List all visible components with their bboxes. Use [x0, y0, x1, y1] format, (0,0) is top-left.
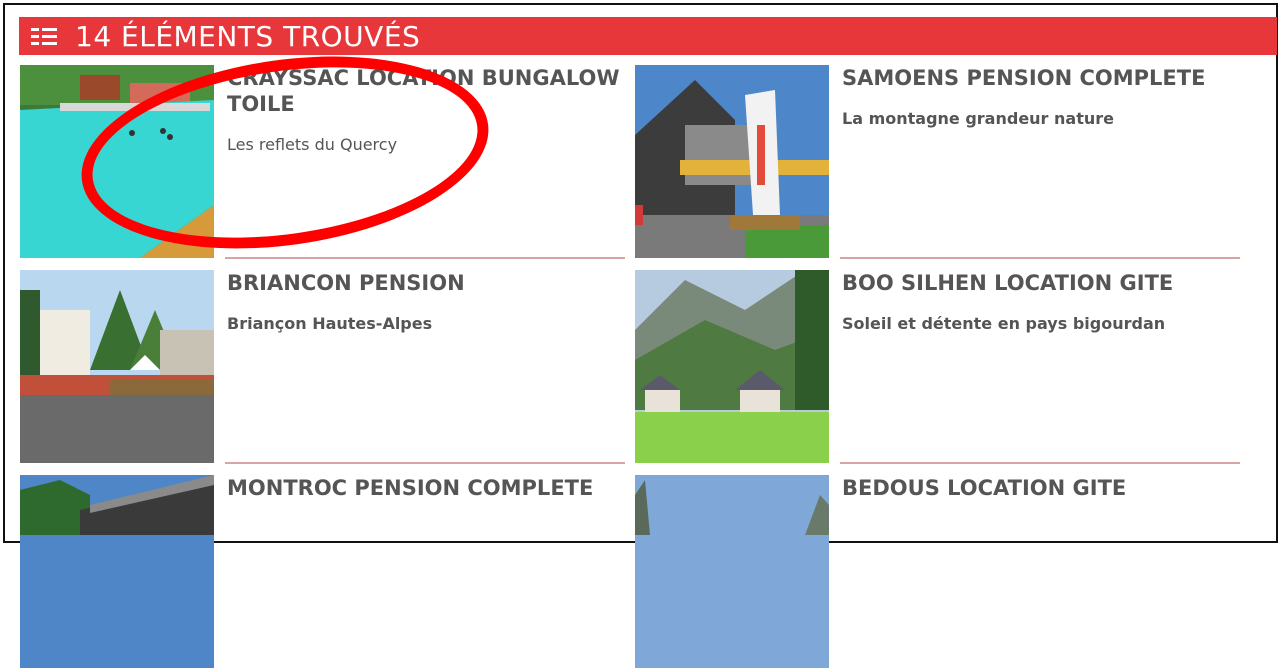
pool-icon[interactable]: [20, 65, 214, 258]
result-divider: [225, 257, 625, 259]
results-count-title: 14 ÉLÉMENTS TROUVÉS: [75, 19, 421, 53]
sky-mountain-icon[interactable]: [635, 475, 829, 668]
result-title[interactable]: SAMOENS PENSION COMPLETE: [842, 65, 1242, 91]
result-title[interactable]: BRIANCON PENSION: [227, 270, 627, 296]
result-title[interactable]: BOO SILHEN LOCATION GITE: [842, 270, 1242, 296]
result-subtitle: Soleil et détente en pays bigourdan: [842, 314, 1166, 333]
result-divider: [840, 257, 1240, 259]
result-subtitle: Briançon Hautes-Alpes: [227, 314, 433, 333]
result-title[interactable]: CRAYSSAC LOCATION BUNGALOW TOILE: [227, 65, 627, 117]
hotel-park-icon[interactable]: [20, 270, 214, 463]
result-subtitle: La montagne grandeur nature: [842, 109, 1114, 128]
result-subtitle: Les reflets du Quercy: [227, 135, 398, 154]
chalet-terrace-icon[interactable]: [635, 65, 829, 258]
result-title[interactable]: BEDOUS LOCATION GITE: [842, 475, 1242, 501]
result-divider: [840, 462, 1240, 464]
results-header: 14 ÉLÉMENTS TROUVÉS: [19, 17, 1277, 55]
mountain-roof-icon[interactable]: [20, 475, 214, 668]
result-divider: [225, 462, 625, 464]
mountain-cottages-icon[interactable]: [635, 270, 829, 463]
result-title[interactable]: MONTROC PENSION COMPLETE: [227, 475, 627, 501]
grid-list-icon[interactable]: [31, 25, 57, 47]
